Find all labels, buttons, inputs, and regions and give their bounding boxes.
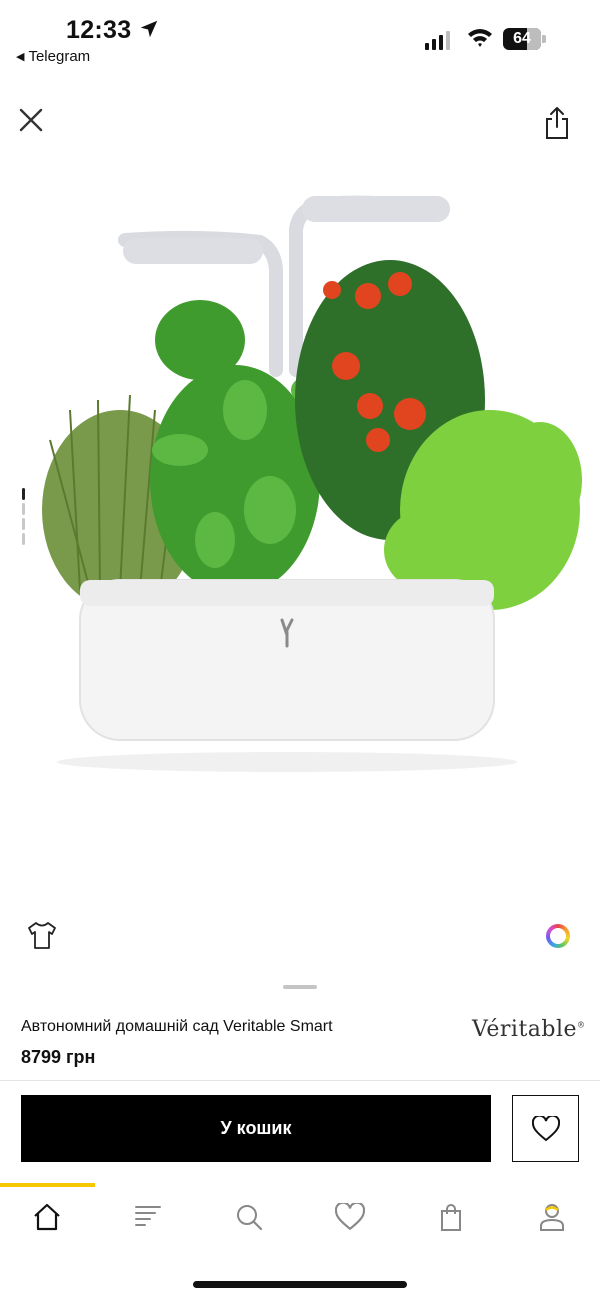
pager-dot[interactable]	[22, 503, 25, 515]
battery-cap	[542, 35, 546, 43]
battery-level: 64	[513, 30, 531, 47]
nav-bag[interactable]	[434, 1200, 468, 1234]
status-time: 12:33	[66, 16, 132, 44]
nav-favorites[interactable]	[333, 1200, 367, 1234]
pager-dot[interactable]	[22, 533, 25, 545]
brand-logo[interactable]: Véritable®	[472, 1017, 586, 1042]
location-arrow-icon	[140, 20, 158, 38]
tshirt-icon[interactable]	[26, 920, 58, 950]
back-app-label: Telegram	[28, 48, 91, 65]
heart-icon	[531, 1115, 560, 1141]
divider	[0, 1080, 600, 1081]
search-icon	[237, 1205, 263, 1231]
bottom-nav	[0, 1200, 600, 1240]
back-to-app-link[interactable]: ◀ Telegram	[16, 48, 90, 65]
cellular-signal-icon	[425, 30, 450, 50]
nav-catalog[interactable]	[131, 1200, 165, 1234]
catalog-icon	[135, 1206, 161, 1226]
share-icon[interactable]	[543, 106, 571, 140]
pager-dot[interactable]	[22, 488, 25, 500]
nav-home[interactable]	[30, 1200, 64, 1234]
back-triangle-icon: ◀	[16, 51, 25, 63]
color-palette-icon[interactable]	[546, 924, 570, 948]
sheet-drag-handle[interactable]	[283, 985, 317, 989]
wifi-icon	[468, 29, 492, 47]
close-icon[interactable]	[18, 107, 44, 133]
favorites-icon	[335, 1203, 365, 1231]
product-price: 8799 грн	[21, 1047, 96, 1067]
battery-indicator: 64	[503, 28, 541, 50]
image-pager[interactable]	[22, 488, 25, 545]
product-image[interactable]	[20, 180, 590, 780]
pager-dot[interactable]	[22, 518, 25, 530]
add-to-cart-button[interactable]: У кошик	[21, 1095, 491, 1162]
brand-name: Véritable	[472, 1017, 578, 1042]
bag-icon	[441, 1204, 461, 1231]
profile-icon	[540, 1204, 564, 1231]
nav-profile[interactable]	[535, 1200, 569, 1234]
product-title: Автономний домашній сад Veritable Smart	[21, 1018, 333, 1035]
nav-search[interactable]	[232, 1200, 266, 1234]
home-indicator[interactable]	[193, 1281, 407, 1288]
add-to-favorites-button[interactable]	[512, 1095, 579, 1162]
nav-active-indicator	[0, 1183, 95, 1187]
home-icon	[34, 1203, 60, 1231]
